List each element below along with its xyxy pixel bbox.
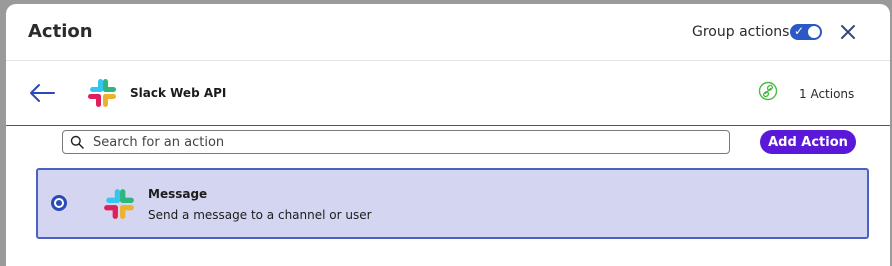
action-description: Send a message to a channel or user — [148, 208, 372, 222]
search-box[interactable] — [62, 130, 730, 154]
action-dialog: Action Group actions ✓ Slack Web API 1 A… — [6, 4, 890, 266]
add-action-button[interactable]: Add Action — [760, 130, 856, 154]
dialog-title: Action — [28, 21, 93, 42]
search-input[interactable] — [91, 132, 725, 152]
slack-logo-icon — [88, 79, 116, 107]
action-title: Message — [148, 187, 208, 201]
app-row: Slack Web API 1 Actions — [6, 61, 890, 126]
toggle-knob — [808, 26, 820, 38]
group-actions-toggle[interactable]: ✓ — [790, 24, 822, 40]
selected-radio[interactable] — [51, 195, 67, 211]
link-icon[interactable] — [758, 81, 778, 101]
radio-dot — [56, 200, 62, 206]
back-arrow-icon[interactable] — [28, 83, 56, 103]
group-actions-label: Group actions — [692, 24, 790, 40]
action-item-message[interactable]: Message Send a message to a channel or u… — [36, 168, 869, 239]
slack-logo-icon — [104, 189, 134, 219]
search-icon — [70, 135, 84, 149]
check-icon: ✓ — [794, 24, 805, 38]
close-icon[interactable] — [838, 22, 858, 42]
app-name: Slack Web API — [130, 86, 227, 100]
dialog-header: Action Group actions ✓ — [6, 4, 890, 61]
actions-count: 1 Actions — [799, 87, 855, 101]
